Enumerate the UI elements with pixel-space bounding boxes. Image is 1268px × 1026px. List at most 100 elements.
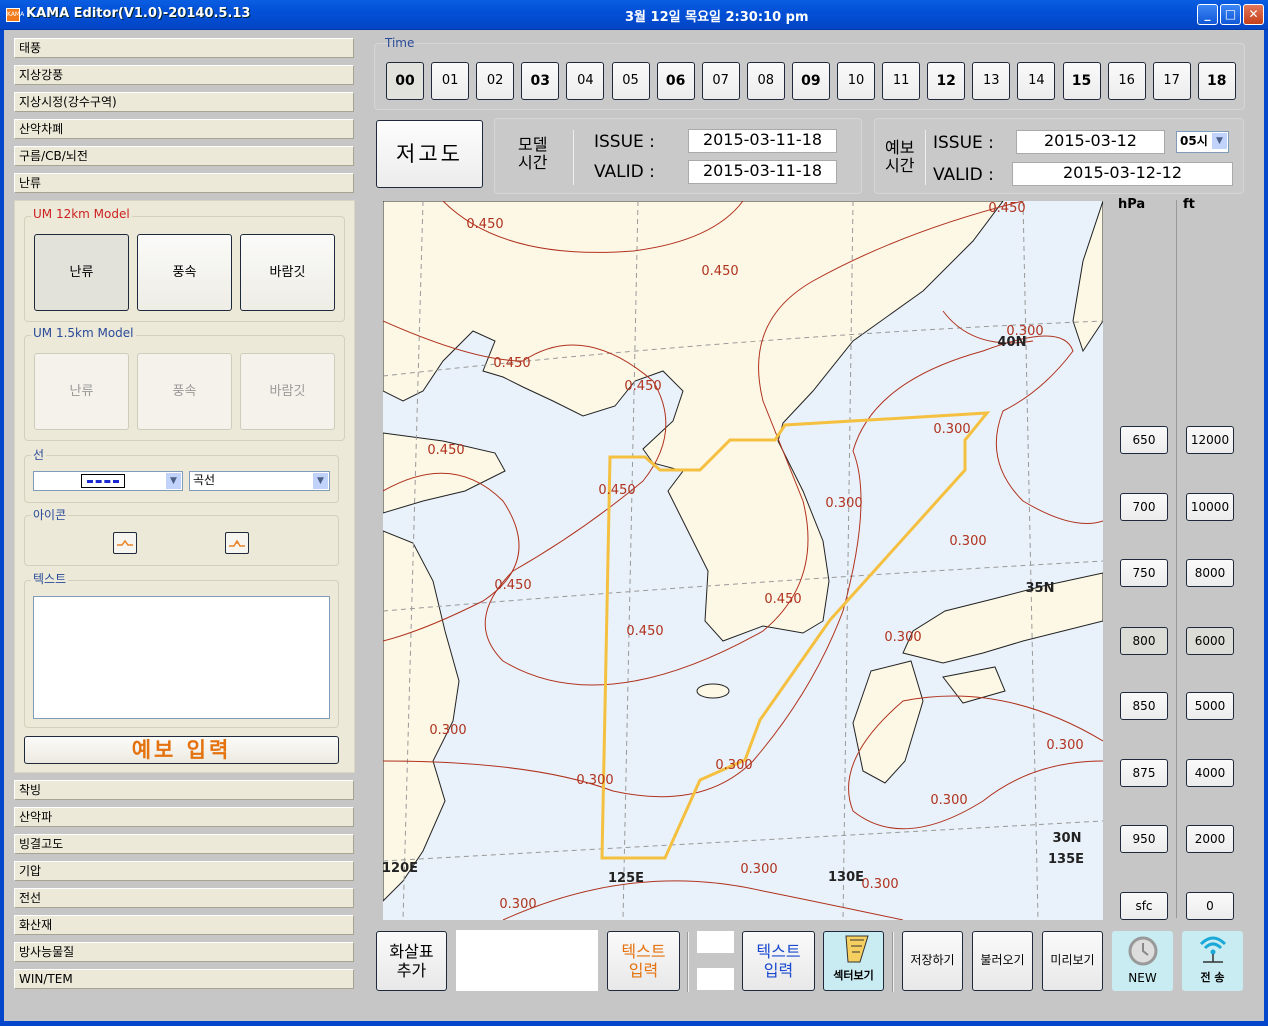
ft-level-button[interactable]: 6000	[1186, 627, 1234, 655]
time-button-01[interactable]: 01	[431, 62, 470, 100]
ft-level-button[interactable]: 12000	[1186, 426, 1234, 454]
preview-button[interactable]: 미리보기	[1042, 931, 1103, 991]
map-canvas[interactable]: 0.450 0.450 0.450 0.450 0.450 0.450 0.450 0.450…	[383, 201, 1103, 920]
time-button-18[interactable]: 18	[1197, 62, 1236, 100]
window-frame	[0, 30, 4, 1026]
sidebar-item[interactable]: 산악파	[14, 807, 354, 827]
weather-map[interactable]: 0.450 0.450 0.450 0.450 0.450 0.450 0.450 0.450…	[383, 201, 1103, 920]
time-button-17[interactable]: 17	[1152, 62, 1191, 100]
ft-level-button[interactable]: 5000	[1186, 692, 1234, 720]
chevron-down-icon[interactable]: ▼	[1212, 133, 1227, 149]
sidebar-item[interactable]: 지상시정(강수구역)	[14, 92, 354, 112]
sidebar-item[interactable]: 착빙	[14, 780, 354, 800]
hpa-level-button[interactable]: 700	[1120, 493, 1168, 521]
time-button-07[interactable]: 07	[701, 62, 740, 100]
hpa-level-button[interactable]: 950	[1120, 825, 1168, 853]
peak-icon-button[interactable]	[225, 532, 249, 554]
new-button[interactable]: NEW	[1112, 931, 1173, 991]
um15-turbulence-button[interactable]: 난류	[34, 353, 129, 430]
um12-windbarb-button[interactable]: 바람깃	[240, 234, 335, 311]
time-button-02[interactable]: 02	[476, 62, 515, 100]
sidebar-item[interactable]: 빙결고도	[14, 834, 354, 854]
sidebar-item[interactable]: 태풍	[14, 38, 354, 58]
close-button[interactable]: ✕	[1243, 4, 1264, 25]
text-label: 텍스트	[31, 570, 69, 587]
time-button-10[interactable]: 10	[837, 62, 875, 100]
add-arrow-button[interactable]: 화살표 추가	[376, 931, 447, 991]
ridge-icon-button[interactable]	[113, 532, 137, 554]
time-button-12[interactable]: 12	[927, 62, 966, 100]
sidebar-item[interactable]: 구름/CB/뇌전	[14, 146, 354, 166]
time-button-04[interactable]: 04	[566, 62, 605, 100]
contour-label: 0.450	[466, 217, 503, 232]
ft-level-button[interactable]: 0	[1186, 892, 1234, 920]
line-type-select[interactable]: 곡선 ▼	[189, 471, 330, 491]
ft-level-button[interactable]: 10000	[1186, 493, 1234, 521]
chevron-down-icon[interactable]: ▼	[313, 473, 328, 489]
um12-turbulence-button[interactable]: 난류	[34, 234, 129, 311]
hpa-level-button[interactable]: 800	[1120, 627, 1168, 655]
line-style-select[interactable]: ▼	[33, 471, 183, 491]
um15-windspeed-button[interactable]: 풍속	[137, 353, 232, 430]
time-button-13[interactable]: 13	[972, 62, 1011, 100]
sector-view-button[interactable]: 섹터보기	[823, 931, 884, 991]
app-icon: KAMA	[6, 8, 24, 22]
forecast-issue-field[interactable]: 2015-03-12	[1016, 130, 1165, 154]
hpa-level-button[interactable]: 850	[1120, 692, 1168, 720]
kyushu	[852, 660, 924, 784]
ft-level-button[interactable]: 2000	[1186, 825, 1234, 853]
divider	[892, 932, 894, 992]
sidebar-item[interactable]: 난류	[14, 173, 354, 193]
hpa-level-button[interactable]: 875	[1120, 759, 1168, 787]
time-button-00[interactable]: 00	[386, 62, 424, 100]
text-color-swatch-top[interactable]	[697, 931, 734, 953]
low-level-button[interactable]: 저고도	[376, 120, 483, 188]
sidebar-item[interactable]: 기압	[14, 861, 354, 881]
text-textarea[interactable]	[33, 596, 330, 719]
ft-level-button[interactable]: 4000	[1186, 759, 1234, 787]
time-button-05[interactable]: 05	[611, 62, 650, 100]
time-button-11[interactable]: 11	[882, 62, 921, 100]
time-button-08[interactable]: 08	[746, 62, 785, 100]
forecast-hour-select[interactable]: 05시 ▼	[1176, 131, 1229, 153]
model-time-label: 모델 시간	[518, 135, 548, 172]
shikoku	[942, 666, 1006, 704]
sidebar-item[interactable]: WIN/TEM	[14, 969, 354, 989]
time-button-15[interactable]: 15	[1062, 62, 1101, 100]
um12-windspeed-button[interactable]: 풍속	[137, 234, 232, 311]
sidebar-item[interactable]: 전선	[14, 888, 354, 908]
hpa-level-button[interactable]: 650	[1120, 426, 1168, 454]
chevron-down-icon[interactable]: ▼	[166, 473, 181, 489]
sidebar-item[interactable]: 방사능물질	[14, 942, 354, 962]
model-valid-field[interactable]: 2015-03-11-18	[688, 160, 837, 184]
save-button[interactable]: 저장하기	[902, 931, 963, 991]
sidebar-item[interactable]: 지상강풍	[14, 65, 354, 85]
text-input-orange-button[interactable]: 텍스트 입력	[607, 931, 680, 991]
icon-label: 아이콘	[31, 506, 69, 523]
load-button[interactable]: 불러오기	[972, 931, 1033, 991]
model-issue-field[interactable]: 2015-03-11-18	[688, 129, 837, 153]
grid-label: 135E	[1048, 852, 1084, 867]
time-button-03[interactable]: 03	[521, 62, 560, 100]
model-valid-label: VALID :	[594, 162, 655, 182]
grid-label: 40N	[998, 335, 1027, 350]
um15-windbarb-button[interactable]: 바람깃	[240, 353, 335, 430]
minimize-button[interactable]: _	[1197, 4, 1218, 25]
sidebar-item[interactable]: 화산재	[14, 915, 354, 935]
text-color-swatch-bottom[interactable]	[697, 968, 734, 990]
time-button-06[interactable]: 06	[656, 62, 695, 100]
window-title: KAMA Editor(V1.0)-20140.5.13	[26, 6, 251, 21]
send-button[interactable]: 전 송	[1182, 931, 1243, 991]
time-button-16[interactable]: 16	[1107, 62, 1146, 100]
forecast-valid-field[interactable]: 2015-03-12-12	[1012, 162, 1233, 186]
maximize-button[interactable]: □	[1220, 4, 1241, 25]
hpa-level-button[interactable]: 750	[1120, 559, 1168, 587]
time-button-14[interactable]: 14	[1017, 62, 1056, 100]
line-label: 선	[31, 446, 47, 463]
hpa-level-button[interactable]: sfc	[1120, 892, 1168, 920]
sidebar-item[interactable]: 산악차폐	[14, 119, 354, 139]
text-input-blue-button[interactable]: 텍스트 입력	[742, 931, 815, 991]
time-button-09[interactable]: 09	[791, 62, 830, 100]
ft-level-button[interactable]: 8000	[1186, 559, 1234, 587]
forecast-input-button[interactable]: 예보 입력	[24, 736, 339, 764]
